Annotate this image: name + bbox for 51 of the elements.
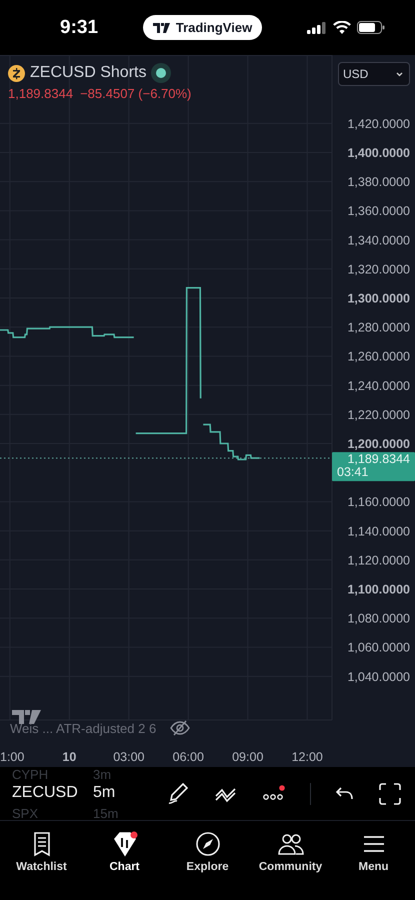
nav-tab[interactable]: Explore bbox=[168, 831, 248, 873]
price-tick-label: 1,400.0000 bbox=[347, 146, 410, 160]
price-change: −85.4507 (−6.70%) bbox=[80, 86, 192, 101]
eye-off-icon[interactable] bbox=[170, 720, 190, 736]
price-tick-label: 1,200.0000 bbox=[347, 437, 410, 452]
app-pill[interactable]: TradingView bbox=[142, 15, 262, 40]
time-tick-label: 10 bbox=[62, 750, 76, 764]
coin-icon bbox=[8, 64, 25, 82]
price-tick-label: 1,040.0000 bbox=[347, 670, 410, 684]
fullscreen-icon[interactable] bbox=[379, 782, 401, 804]
price-tick-label: 1,140.0000 bbox=[347, 524, 410, 538]
symbol-title[interactable]: ZECUSD Shorts bbox=[30, 64, 146, 82]
signal-icon bbox=[307, 22, 327, 34]
price-tick-label: 1,300.0000 bbox=[347, 292, 410, 306]
price-tick-label: 1,240.0000 bbox=[347, 378, 410, 393]
more-icon[interactable] bbox=[262, 784, 286, 802]
price-tick-label: 1,340.0000 bbox=[347, 233, 410, 248]
price-tick-label: 1,100.0000 bbox=[347, 582, 410, 597]
time-tick-label: 03:00 bbox=[113, 750, 144, 764]
price-tick-label: 1,320.0000 bbox=[347, 262, 410, 276]
price-tick-label: 1,120.0000 bbox=[347, 553, 410, 568]
price-tick-label: 1,080.0000 bbox=[347, 612, 410, 626]
time-tick-label: 09:00 bbox=[232, 750, 264, 764]
interval-picker[interactable]: 5m bbox=[93, 784, 116, 802]
clock-time: 9:31 bbox=[60, 16, 98, 38]
currency-dropdown[interactable]: USD bbox=[338, 62, 410, 86]
price-tick-label: 1,420.0000 bbox=[347, 116, 410, 131]
price-tick-label: 1,360.0000 bbox=[347, 204, 410, 218]
nav-tab[interactable]: Community bbox=[250, 831, 330, 873]
logo-icon bbox=[152, 22, 171, 32]
nav-tab[interactable]: Menu bbox=[334, 831, 414, 873]
time-tick-label: 12:00 bbox=[292, 750, 323, 764]
pen-icon[interactable] bbox=[166, 782, 190, 806]
time-tick-label: 1:00 bbox=[0, 750, 24, 764]
price-tick-label: 1,380.0000 bbox=[347, 175, 410, 190]
symbol-picker[interactable]: ZECUSD bbox=[12, 784, 78, 802]
last-price: 1,189.8344 bbox=[8, 86, 74, 101]
price-tick-label: 1,160.0000 bbox=[347, 495, 410, 510]
price-tick-label: 1,220.0000 bbox=[347, 408, 410, 422]
price-tick-label: 1,260.0000 bbox=[347, 350, 410, 364]
price-tick-label: 1,060.0000 bbox=[347, 640, 410, 655]
price-tag: 1,189.8344 03:41 bbox=[332, 452, 415, 482]
nav-tab[interactable]: Watchlist bbox=[2, 831, 82, 873]
battery-icon bbox=[357, 21, 385, 34]
nav-tab[interactable]: Chart bbox=[84, 831, 164, 873]
chevron-down-icon bbox=[396, 72, 403, 76]
price-tick-label: 1,280.0000 bbox=[347, 320, 410, 335]
wifi-icon bbox=[333, 21, 351, 34]
status-dot-icon bbox=[151, 63, 172, 83]
watermark-logo-icon bbox=[12, 710, 41, 724]
time-tick-label: 06:00 bbox=[172, 750, 204, 764]
